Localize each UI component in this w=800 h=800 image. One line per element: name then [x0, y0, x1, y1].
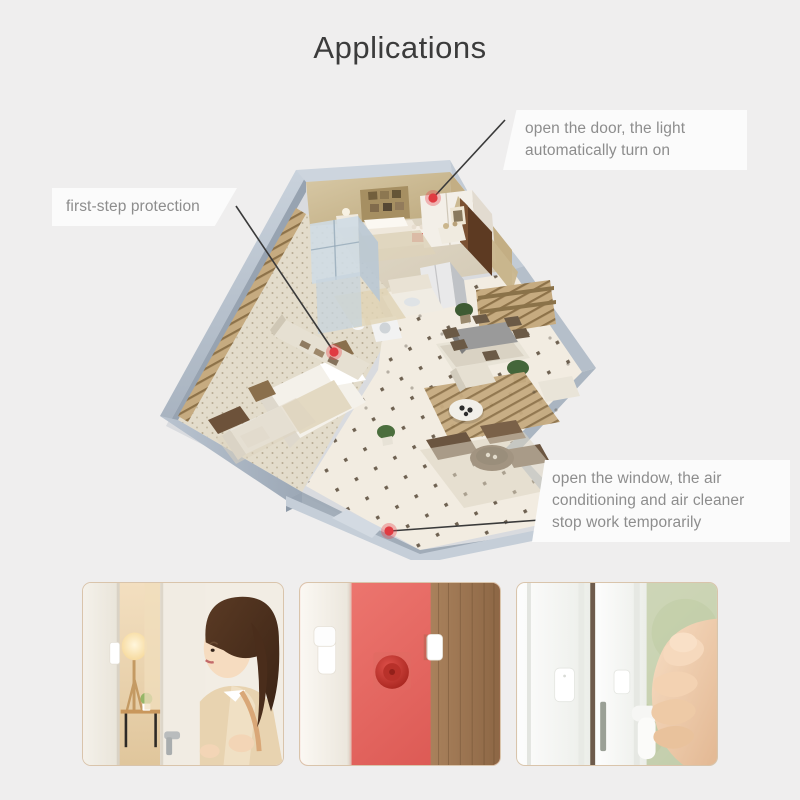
- photo-door-sensor-art: [300, 583, 500, 765]
- window-sensor-body-icon: [554, 667, 575, 703]
- callout-door-light: open the door, the light automatically t…: [503, 110, 747, 170]
- callout-first-step-protection: first-step protection: [52, 188, 237, 226]
- photo-card-window-hand: [516, 582, 718, 766]
- door-sensor-icon: [109, 642, 121, 665]
- callout-window-air: open the window, the air conditioning an…: [532, 460, 790, 542]
- photo-card-door-sensor: [299, 582, 501, 766]
- photo-door-person-art: [83, 583, 283, 765]
- window-sensor-magnet-icon: [613, 669, 631, 695]
- sensor-magnet-icon: [426, 634, 443, 661]
- photo-window-hand-art: [517, 583, 717, 765]
- page-title: Applications: [313, 30, 487, 65]
- photo-card-door-person: [82, 582, 284, 766]
- photo-row: [0, 582, 800, 768]
- screenshot-root: Applications first-step protection open …: [0, 0, 800, 800]
